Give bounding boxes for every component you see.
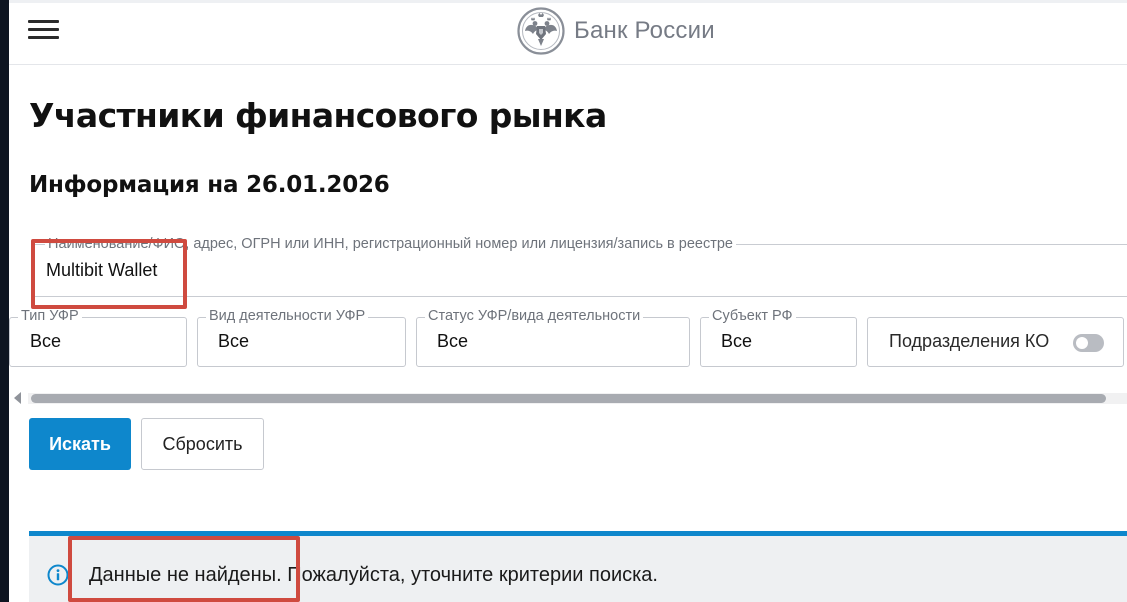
double-headed-eagle-emblem-icon	[517, 7, 565, 55]
header-top-divider	[9, 0, 1127, 3]
toggle-knob	[1076, 337, 1088, 349]
filter-region[interactable]: Субъект РФ Все	[700, 308, 857, 367]
top-header: Банк России	[9, 0, 1127, 65]
info-circle-icon	[47, 564, 69, 586]
brand-name: Банк России	[574, 17, 715, 44]
filter-value: Все	[721, 331, 753, 351]
info-date-heading: Информация на 26.01.2026	[29, 172, 390, 198]
left-window-edge	[0, 0, 9, 602]
filter-value: Все	[30, 331, 62, 351]
filter-label: Субъект РФ	[709, 308, 796, 324]
filter-activity-type[interactable]: Вид деятельности УФР Все	[197, 308, 406, 367]
filter-value: Все	[437, 331, 469, 351]
no-results-message: Данные не найдены. Пожалуйста, уточните …	[89, 564, 658, 586]
filter-status[interactable]: Статус УФР/вида деятельности Все	[416, 308, 690, 367]
reset-button[interactable]: Сбросить	[141, 418, 264, 470]
brand-logo[interactable]: Банк России	[516, 6, 715, 56]
search-field-value: Multibit Wallet	[46, 260, 158, 280]
hamburger-menu-icon[interactable]	[28, 18, 60, 40]
horizontal-scrollbar[interactable]	[9, 387, 1127, 409]
scrollbar-thumb[interactable]	[31, 394, 1106, 403]
filter-label: Вид деятельности УФР	[206, 308, 369, 324]
page-title: Участники финансового рынка	[29, 96, 607, 135]
search-input[interactable]: Наименование/ФИО, адрес, ОГРН или ИНН, р…	[31, 236, 1127, 297]
scroll-left-arrow-icon[interactable]	[14, 392, 21, 404]
toggle-credit-org-branches[interactable]: Подразделения КО	[867, 317, 1124, 367]
filter-ufr-type[interactable]: Тип УФР Все	[9, 308, 187, 367]
page: Банк России Участники финансового рынка …	[9, 0, 1127, 602]
toggle-label: Подразделения КО	[889, 331, 1050, 351]
search-field-label: Наименование/ФИО, адрес, ОГРН или ИНН, р…	[45, 236, 736, 252]
filter-value: Все	[218, 331, 250, 351]
filter-label: Тип УФР	[18, 308, 82, 324]
search-button[interactable]: Искать	[29, 418, 131, 470]
no-results-notice: Данные не найдены. Пожалуйста, уточните …	[29, 531, 1127, 602]
filter-label: Статус УФР/вида деятельности	[425, 308, 644, 324]
toggle-switch[interactable]	[1073, 334, 1104, 352]
